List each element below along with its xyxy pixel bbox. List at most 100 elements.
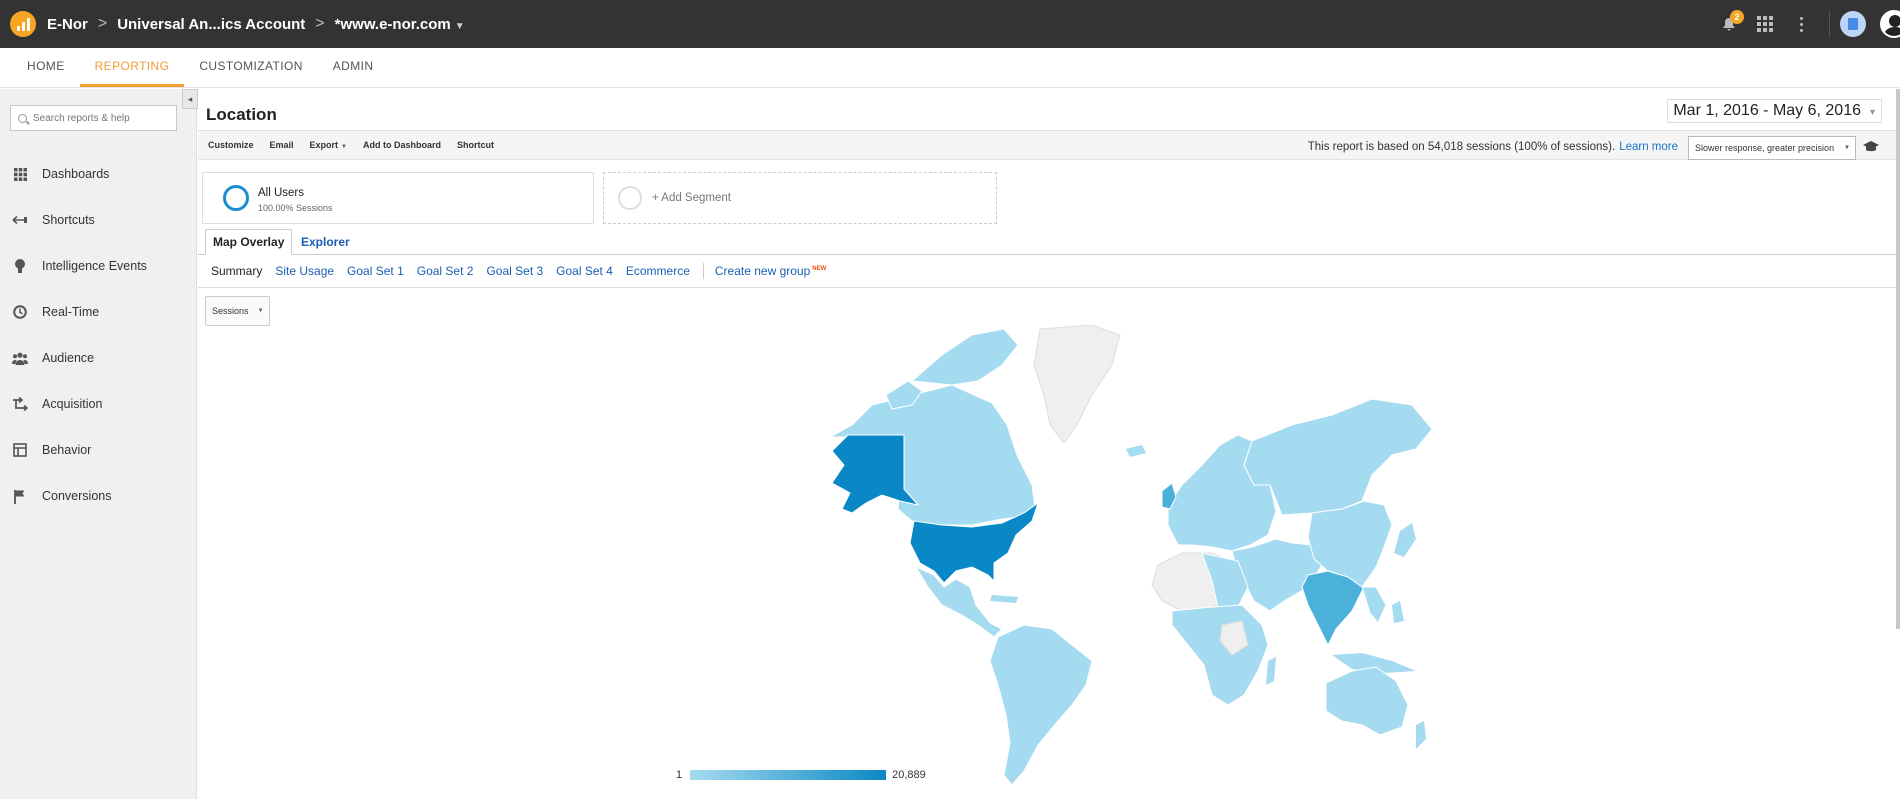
search-input[interactable] <box>33 112 173 124</box>
graduation-cap-icon[interactable] <box>1862 140 1880 154</box>
sidebar-item-behavior[interactable]: Behavior <box>0 427 197 473</box>
analytics-logo-icon[interactable] <box>10 11 36 37</box>
create-new-group-link[interactable]: Create new group NEW <box>715 264 826 278</box>
region-new-zealand[interactable] <box>1416 721 1426 749</box>
precision-value: Slower response, greater precision <box>1695 143 1835 153</box>
region-arctic-islands[interactable] <box>910 328 1019 386</box>
sidebar-item-label: Behavior <box>42 443 92 457</box>
notifications-button[interactable]: 2 <box>1711 0 1747 48</box>
region-south-america[interactable] <box>989 624 1093 786</box>
tab-summary[interactable]: Summary <box>211 264 262 278</box>
region-sub-saharan-africa[interactable] <box>1171 604 1269 706</box>
export-button[interactable]: Export ▼ <box>310 140 347 150</box>
breadcrumb-account[interactable]: Universal An...ics Account <box>117 16 305 33</box>
chevron-down-icon: ▼ <box>257 308 264 314</box>
sidebar-collapse-button[interactable]: ◂ <box>182 89 198 109</box>
more-options-button[interactable] <box>1783 0 1819 48</box>
tab-site-usage[interactable]: Site Usage <box>275 264 334 278</box>
region-mexico-central-america[interactable] <box>914 565 1003 638</box>
chevron-down-icon: ▼ <box>454 20 465 32</box>
sampling-notice: This report is based on 54,018 sessions … <box>1308 141 1678 153</box>
apps-button[interactable] <box>1747 0 1783 48</box>
add-segment-label: + Add Segment <box>652 192 731 204</box>
email-button[interactable]: Email <box>270 140 294 150</box>
segment-name: All Users <box>258 187 305 199</box>
tab-goal-set-1[interactable]: Goal Set 1 <box>347 264 404 278</box>
lightbulb-icon <box>12 258 28 274</box>
region-australia[interactable] <box>1325 666 1409 736</box>
top-bar: E-Nor > Universal An...ics Account > *ww… <box>0 0 1900 48</box>
metric-select-value: Sessions <box>212 306 249 316</box>
sidebar-item-acquisition[interactable]: Acquisition <box>0 381 197 427</box>
chevron-down-icon: ▼ <box>341 144 347 150</box>
sidebar-item-label: Intelligence Events <box>42 259 147 273</box>
tab-ecommerce[interactable]: Ecommerce <box>626 264 690 278</box>
breadcrumb-org[interactable]: E-Nor <box>47 16 88 33</box>
account-icon <box>1848 18 1858 30</box>
divider <box>702 263 704 279</box>
region-madagascar[interactable] <box>1266 657 1276 685</box>
tab-goal-set-3[interactable]: Goal Set 3 <box>486 264 543 278</box>
learn-more-link[interactable]: Learn more <box>1619 141 1678 153</box>
sidebar-item-real-time[interactable]: Real-Time <box>0 289 197 335</box>
add-segment-button[interactable]: + Add Segment <box>603 172 997 224</box>
region-caribbean[interactable] <box>990 595 1018 603</box>
region-japan[interactable] <box>1394 523 1416 557</box>
legend-max: 20,889 <box>892 769 926 781</box>
tab-goal-set-2[interactable]: Goal Set 2 <box>417 264 474 278</box>
sidebar-item-label: Real-Time <box>42 305 100 319</box>
export-label: Export <box>309 140 339 150</box>
sidebar-item-dashboards[interactable]: Dashboards <box>0 151 197 197</box>
region-greenland[interactable] <box>1033 325 1121 444</box>
tab-map-overlay[interactable]: Map Overlay <box>205 229 293 255</box>
search-box[interactable] <box>10 105 177 131</box>
sidebar-item-intelligence-events[interactable]: Intelligence Events <box>0 243 197 289</box>
divider <box>1829 11 1830 37</box>
sidebar-item-shortcuts[interactable]: Shortcuts <box>0 197 197 243</box>
apps-grid-icon <box>1757 16 1773 32</box>
notification-badge: 2 <box>1730 10 1744 24</box>
view-tabs: Map Overlay Explorer <box>198 229 1900 255</box>
breadcrumb-property[interactable]: *www.e-nor.com ▼ <box>335 16 465 33</box>
tab-home[interactable]: HOME <box>12 48 80 87</box>
sidebar-item-label: Dashboards <box>42 167 110 181</box>
behavior-icon <box>12 442 28 458</box>
segment-ring-icon <box>223 185 249 211</box>
region-iceland[interactable] <box>1126 445 1146 457</box>
tab-explorer[interactable]: Explorer <box>294 229 357 255</box>
sidebar-item-label: Acquisition <box>42 397 103 411</box>
account-switcher-button[interactable] <box>1840 11 1866 37</box>
metric-select[interactable]: Sessions ▼ <box>205 296 270 326</box>
grid-icon <box>12 166 28 182</box>
map-legend: 1 20,889 <box>676 768 926 782</box>
region-philippines[interactable] <box>1392 601 1404 623</box>
sidebar-item-label: Conversions <box>42 489 112 503</box>
page-title: Location <box>206 105 277 124</box>
user-avatar[interactable] <box>1880 10 1900 38</box>
sidebar-item-audience[interactable]: Audience <box>0 335 197 381</box>
sidebar-item-label: Audience <box>42 351 95 365</box>
add-to-dashboard-button[interactable]: Add to Dashboard <box>363 140 441 150</box>
acquisition-icon <box>12 396 28 412</box>
property-name: *www.e-nor.com <box>334 15 451 33</box>
empty-segment-ring-icon <box>618 186 642 210</box>
region-southeast-asia[interactable] <box>1361 586 1387 624</box>
precision-select[interactable]: Slower response, greater precision ▼ <box>1688 136 1856 160</box>
clock-icon <box>12 304 28 320</box>
customize-button[interactable]: Customize <box>208 140 254 150</box>
sampling-text: This report is based on 54,018 sessions … <box>1307 141 1616 153</box>
world-map[interactable] <box>672 325 1432 795</box>
sidebar-item-conversions[interactable]: Conversions <box>0 473 197 519</box>
segment-all-users[interactable]: All Users 100.00% Sessions <box>202 172 594 224</box>
shortcut-button[interactable]: Shortcut <box>457 140 494 150</box>
create-group-label: Create new group <box>714 264 811 278</box>
tab-admin[interactable]: ADMIN <box>318 48 389 87</box>
scrollbar[interactable] <box>1896 89 1900 629</box>
tab-reporting[interactable]: REPORTING <box>79 48 185 87</box>
tab-goal-set-4[interactable]: Goal Set 4 <box>556 264 613 278</box>
kebab-menu-icon <box>1799 16 1803 32</box>
tab-customization[interactable]: CUSTOMIZATION <box>184 48 317 87</box>
top-right-controls: 2 <box>1711 0 1900 48</box>
date-range-picker[interactable]: Mar 1, 2016 - May 6, 2016 ▼ <box>1667 99 1882 123</box>
legend-min: 1 <box>676 769 683 781</box>
